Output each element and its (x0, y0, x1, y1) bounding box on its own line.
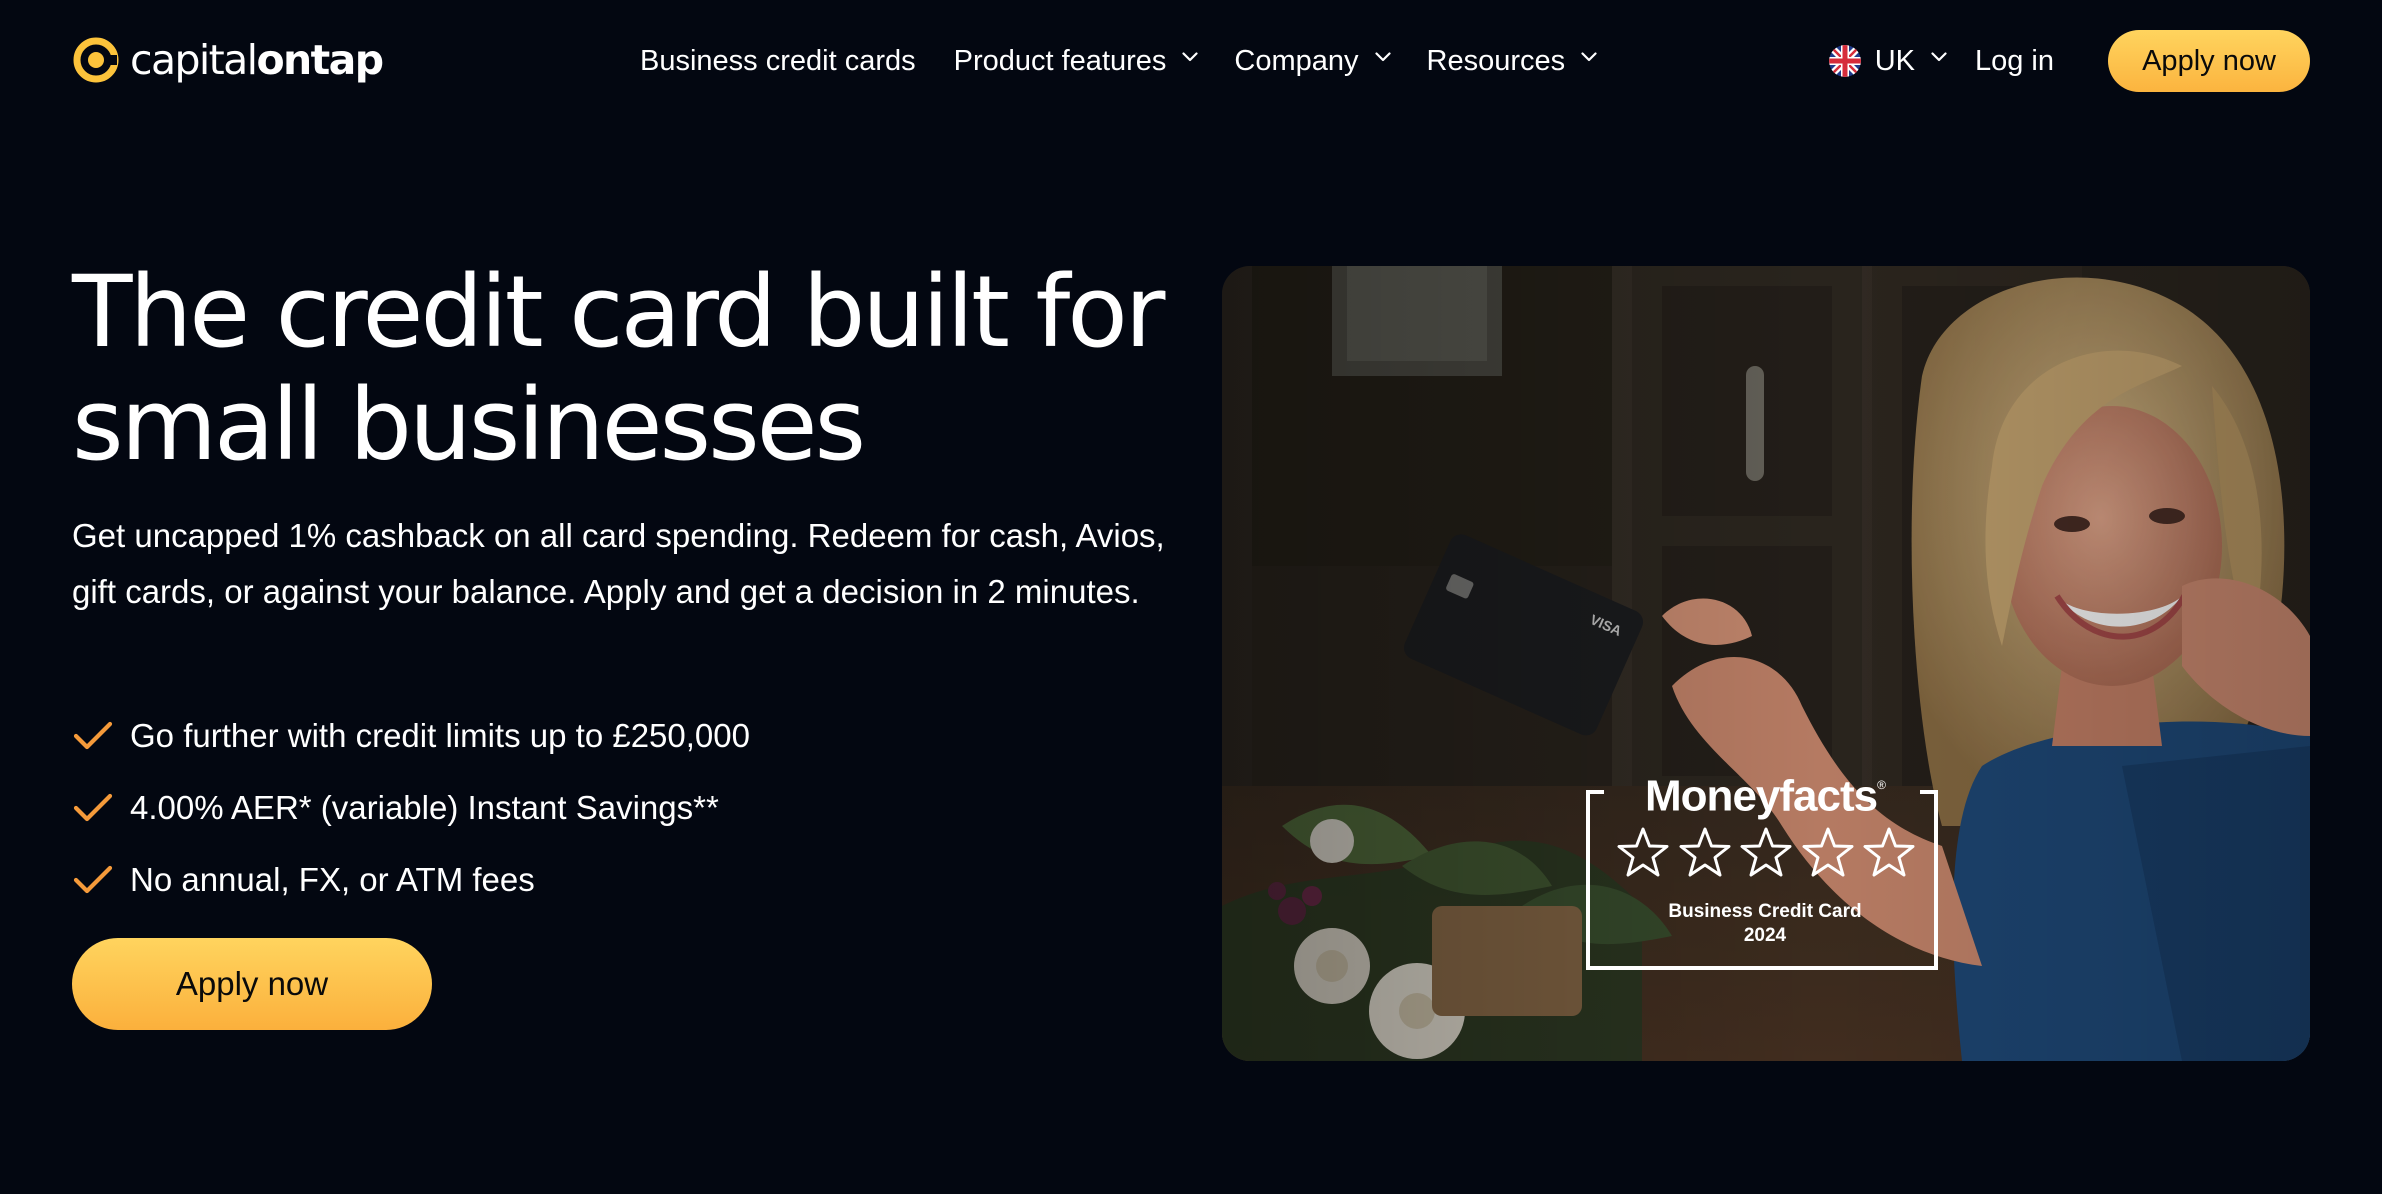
hero-title-line-2: small businesses (72, 368, 866, 483)
award-caption: Business Credit Card 2024 (1586, 900, 1944, 948)
award-trademark: ® (1877, 778, 1886, 792)
chevron-down-icon (1182, 52, 1199, 66)
feature-text: 4.00% AER* (variable) Instant Savings** (130, 789, 719, 826)
checkmark-icon (73, 721, 113, 750)
chevron-down-icon (1374, 52, 1391, 66)
award-year: 2024 (1743, 925, 1787, 946)
feature-item: 4.00% AER* (variable) Instant Savings** (72, 772, 750, 844)
star-icon (1740, 827, 1792, 877)
nav-link-label: Product features (953, 44, 1167, 77)
feature-item: No annual, FX, or ATM fees (72, 844, 750, 916)
star-icon (1802, 827, 1853, 877)
nav-company[interactable]: Company (1234, 44, 1391, 78)
locale-label: UK (1874, 44, 1915, 77)
nav-actions: UK Log in Apply now (1828, 29, 2310, 93)
award-brand: Moneyfacts® (1586, 768, 1944, 820)
capitalontap-logo[interactable]: capitalontap (72, 32, 384, 88)
moneyfacts-award-badge: Moneyfacts® Business Credit Card 2024 (1586, 768, 1944, 974)
hero-subtitle: Get uncapped 1% cashback on all card spe… (72, 517, 1165, 610)
nav-business-credit-cards[interactable]: Business credit cards (640, 45, 916, 78)
feature-list: Go further with credit limits up to £250… (72, 700, 750, 916)
checkmark-icon (73, 793, 113, 822)
award-category: Business Credit Card (1668, 901, 1862, 922)
nav-apply-now-button[interactable]: Apply now (2108, 30, 2310, 92)
logo-text-light: capital (130, 36, 258, 84)
feature-text: Go further with credit limits up to £250… (130, 717, 750, 754)
nav-link-label: Company (1234, 44, 1359, 77)
chevron-down-icon (1581, 52, 1597, 66)
feature-text: No annual, FX, or ATM fees (130, 861, 535, 898)
nav-link-label: Business credit cards (640, 44, 916, 77)
hero-title: The credit card built for small business… (72, 256, 1192, 482)
hero-apply-now-button[interactable]: Apply now (72, 938, 432, 1030)
main-menu: Business credit cards Product features C… (640, 36, 1633, 86)
chevron-down-icon (1931, 52, 1947, 66)
nav-link-label: Resources (1426, 44, 1566, 77)
locale-selector[interactable]: UK (1828, 44, 1947, 78)
star-icon (1863, 827, 1915, 877)
award-brand-text: Moneyfacts (1645, 771, 1878, 821)
uk-flag-icon (1828, 45, 1861, 77)
logo-mark-icon (73, 37, 119, 83)
login-link[interactable]: Log in (1975, 45, 2054, 78)
feature-item: Go further with credit limits up to £250… (72, 700, 750, 772)
nav-resources[interactable]: Resources (1426, 44, 1597, 78)
hero-title-line-1: The credit card built for (72, 255, 1165, 370)
top-navigation: capitalontap Business credit cards Produ… (0, 0, 2382, 120)
star-icon (1679, 827, 1730, 877)
logo-text-bold: ontap (256, 36, 384, 84)
checkmark-icon (73, 865, 113, 894)
award-stars (1616, 826, 1916, 882)
nav-product-features[interactable]: Product features (953, 44, 1199, 78)
logo-wordmark: capitalontap (130, 36, 384, 84)
star-icon (1617, 827, 1669, 877)
